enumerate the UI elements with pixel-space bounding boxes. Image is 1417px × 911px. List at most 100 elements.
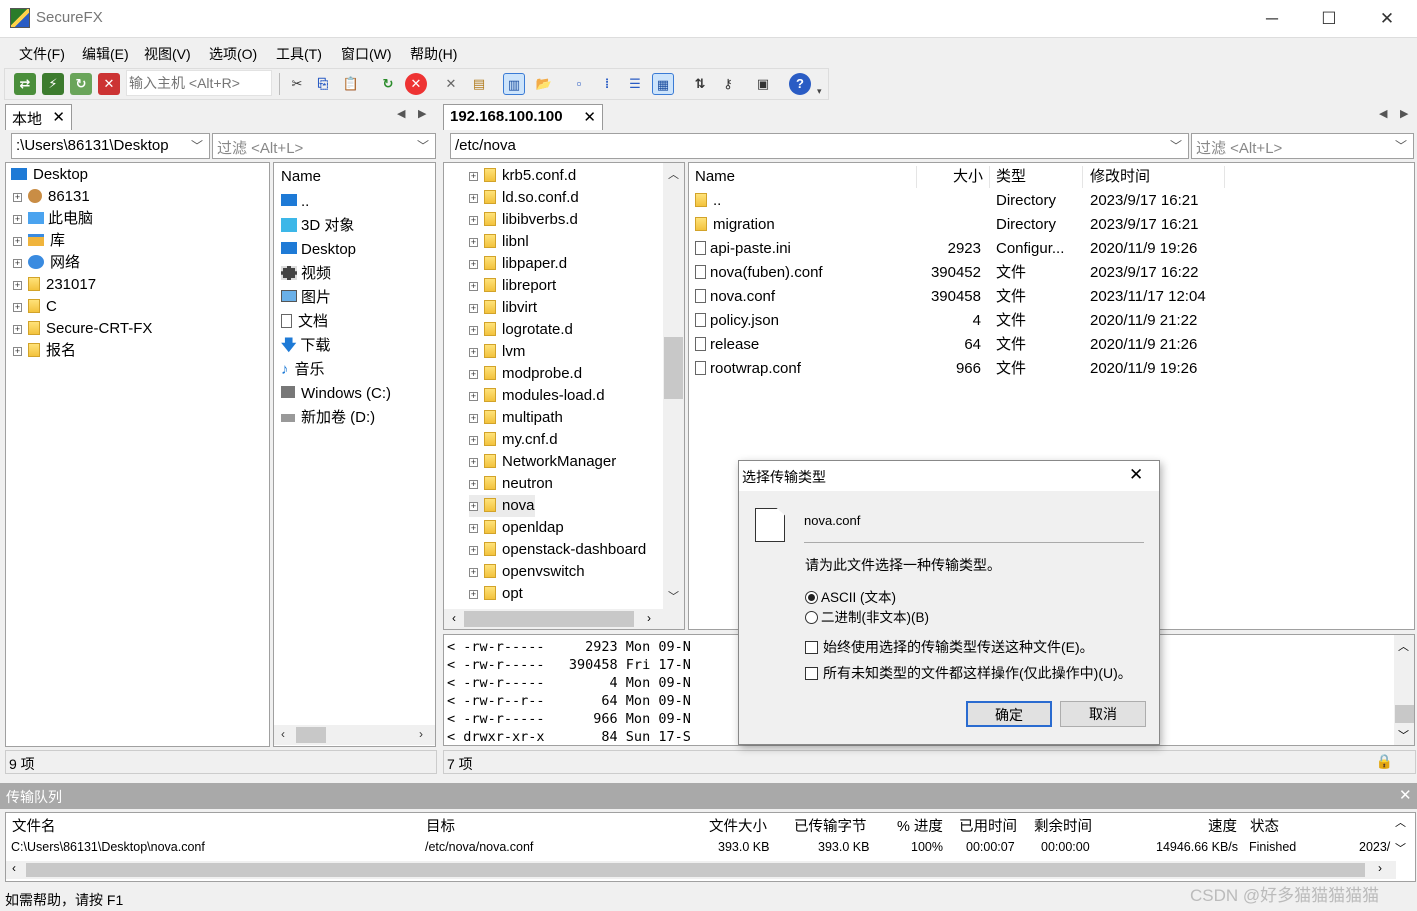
menu-edit[interactable]: 编辑(E) [82,44,129,64]
scroll-left-icon[interactable]: ‹ [12,861,16,875]
scroll-thumb[interactable] [664,337,683,399]
list-item-videos[interactable]: 视频 [281,263,331,285]
delete-icon[interactable]: ✕ [440,73,462,95]
expand-icon[interactable]: + [469,436,478,445]
reconnect-icon[interactable]: ↻ [70,73,92,95]
tab-scroll-left-icon[interactable]: ◀ [1379,107,1387,120]
scroll-right-icon[interactable]: › [1378,861,1382,875]
properties-icon[interactable]: ▤ [468,73,490,95]
cancel-button[interactable]: 取消 [1060,701,1146,727]
list-item-music[interactable]: ♪ 音乐 [281,359,325,381]
tree-item-network[interactable]: + 网络 [13,252,80,274]
menu-tools[interactable]: 工具(T) [276,44,322,64]
radio-binary[interactable]: 二进制(非文本)(B) [805,606,929,626]
list-item-parent[interactable]: .. [281,191,309,213]
tab-scroll-left-icon[interactable]: ◀ [397,107,405,120]
layout-icon[interactable]: ▥ [503,73,525,95]
remote-path-combo[interactable]: /etc/nova ﹀ [450,133,1189,159]
scroll-right-icon[interactable]: › [647,611,651,625]
expand-icon[interactable]: + [469,546,478,555]
tab-local[interactable]: 本地 ✕ [5,104,72,130]
file-row[interactable]: nova(fuben).conf 390452 文件 2023/9/17 16:22 [688,262,1413,284]
radio-ascii-indicator[interactable] [805,591,818,604]
remote-tree-item[interactable]: + modules-load.d [469,385,605,407]
queue-col-filename[interactable]: 文件名 [12,815,56,836]
tree-item-231017[interactable]: +231017 [13,274,96,296]
close-tab-icon[interactable]: ✕ [52,108,65,126]
maximize-button[interactable]: ☐ [1300,0,1358,38]
connect-icon[interactable]: ⇄ [14,73,36,95]
menu-options[interactable]: 选项(O) [209,44,257,64]
stop-icon[interactable]: ✕ [405,73,427,95]
checkbox-unknown-types-box[interactable] [805,667,818,680]
menu-file[interactable]: 文件(F) [19,44,65,64]
small-icons-view-icon[interactable]: ⁞ [596,73,618,95]
tree-item-desktop[interactable]: Desktop [11,164,88,186]
expand-icon[interactable]: + [469,260,478,269]
scroll-down-icon[interactable]: ﹀ [1395,840,1406,856]
scroll-down-icon[interactable]: ﹀ [668,588,679,604]
remote-tree-item[interactable]: + NetworkManager [469,451,616,473]
file-row[interactable]: release 64 文件 2020/11/9 21:26 [688,334,1413,356]
checkbox-always-use[interactable]: 始终使用选择的传输类型传送这种文件(E)。 [805,637,1094,657]
close-tab-icon[interactable]: ✕ [583,108,596,126]
expand-icon[interactable]: + [469,216,478,225]
remote-tree-item[interactable]: + opt [469,583,523,603]
remote-tree-item[interactable]: + modprobe.d [469,363,582,385]
tree-item-library[interactable]: + 库 [13,230,65,252]
host-input[interactable] [126,70,272,96]
remote-tree-item[interactable]: + libpaper.d [469,253,567,275]
radio-ascii[interactable]: ASCII (文本) [805,586,896,606]
help-icon[interactable]: ? [789,73,811,95]
tree-item-86131[interactable]: +86131 [13,186,90,208]
quick-connect-icon[interactable]: ⚡ [42,73,64,95]
remote-tree-item[interactable]: + openldap [469,517,564,539]
column-divider[interactable] [916,166,917,188]
expand-icon[interactable]: + [13,281,22,290]
scroll-thumb[interactable] [296,727,326,743]
expand-icon[interactable]: + [13,237,22,246]
column-header-type[interactable]: 类型 [996,163,1026,191]
expand-icon[interactable]: + [469,392,478,401]
remote-tree-item[interactable]: + krb5.conf.d [469,165,576,187]
queue-col-target[interactable]: 目标 [426,815,455,836]
queue-col-progress[interactable]: % 进度 [897,815,943,836]
expand-icon[interactable]: + [469,502,478,511]
file-row[interactable]: migration Directory 2023/9/17 16:21 [688,214,1413,236]
expand-icon[interactable]: + [469,194,478,203]
queue-row-file[interactable]: C:\Users\86131\Desktop\nova.conf [11,840,205,854]
session-manager-icon[interactable]: ▣ [752,73,774,95]
queue-col-remaining[interactable]: 剩余时间 [1034,815,1092,836]
file-row[interactable]: api-paste.ini 2923 Configur... 2020/11/9 19… [688,238,1413,260]
file-row[interactable]: rootwrap.conf 966 文件 2020/11/9 19:26 [688,358,1413,380]
queue-col-status[interactable]: 状态 [1250,815,1279,836]
list-item-desktop[interactable]: Desktop [281,239,356,261]
column-header-name[interactable]: Name [695,163,735,191]
expand-icon[interactable]: + [469,524,478,533]
column-divider[interactable] [1224,166,1225,188]
remote-tree-item[interactable]: + nova [469,495,535,517]
copy-icon[interactable]: ⎘ [312,73,334,95]
tree-item-this-pc[interactable]: + 此电脑 [13,208,93,230]
queue-col-transferred[interactable]: 已传输字节 [794,815,867,836]
checkbox-unknown-types[interactable]: 所有未知类型的文件都这样操作(仅此操作中)(U)。 [805,663,1132,683]
local-name-column-header[interactable]: Name [281,163,321,191]
remote-tree-item[interactable]: + libnl [469,231,529,253]
list-item-pictures[interactable]: 图片 [281,287,331,309]
column-header-size[interactable]: 大小 [953,163,983,191]
remote-tree-item[interactable]: + openstack-dashboard [469,539,646,561]
paste-icon[interactable]: 📋 [340,73,362,95]
cut-icon[interactable]: ✂ [286,73,308,95]
toolbar-overflow-icon[interactable]: ▾ [817,86,822,97]
checkbox-always-use-box[interactable] [805,641,818,654]
remote-tree-item[interactable]: + neutron [469,473,553,495]
expand-icon[interactable]: + [469,172,478,181]
scroll-left-icon[interactable]: ‹ [452,611,456,625]
tree-item-baoming[interactable]: + 报名 [13,340,76,362]
expand-icon[interactable]: + [13,347,22,356]
file-row[interactable]: nova.conf 390458 文件 2023/11/17 12:04 [688,286,1413,308]
remote-tree-item[interactable]: + lvm [469,341,525,363]
expand-icon[interactable]: + [469,458,478,467]
queue-col-size[interactable]: 文件大小 [709,815,767,836]
expand-icon[interactable]: + [469,480,478,489]
